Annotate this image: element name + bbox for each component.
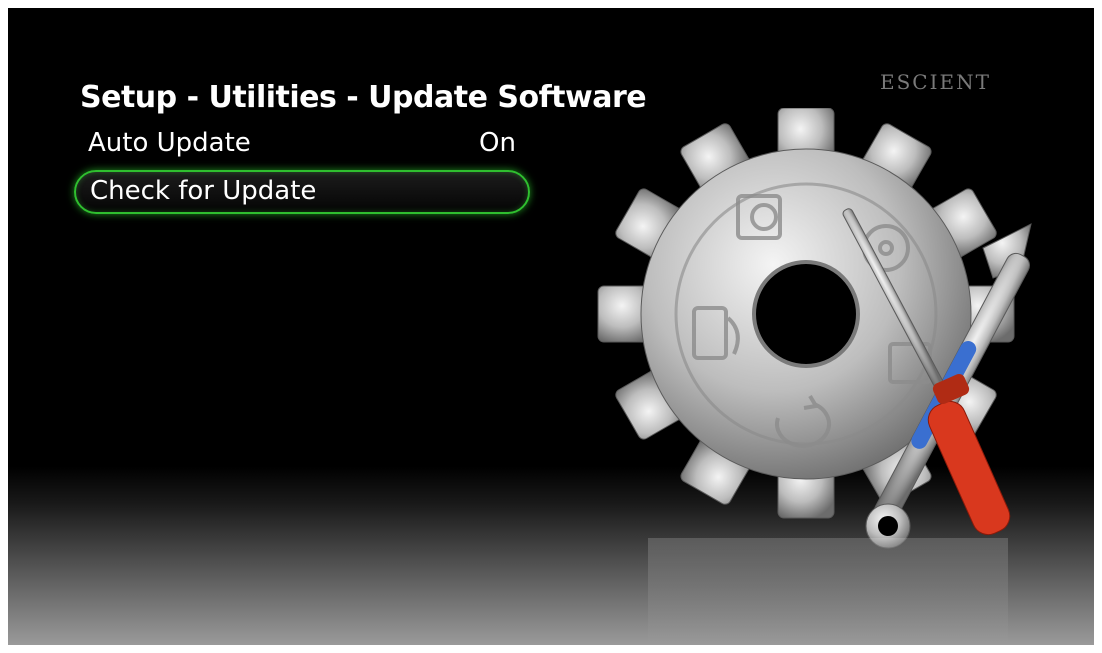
page-title: Setup - Utilities - Update Software — [80, 80, 647, 115]
utilities-illustration — [597, 108, 1032, 645]
auto-update-value: On — [479, 128, 516, 158]
menu-item-auto-update[interactable]: Auto Update On — [74, 124, 526, 164]
menu-item-label: Check for Update — [90, 176, 317, 206]
menu-item-label: Auto Update — [88, 128, 251, 158]
brand-logo: ESCIENT — [880, 70, 991, 94]
screen: Setup - Utilities - Update Software ESCI… — [8, 8, 1094, 645]
menu-item-check-for-update[interactable]: Check for Update — [74, 170, 530, 214]
